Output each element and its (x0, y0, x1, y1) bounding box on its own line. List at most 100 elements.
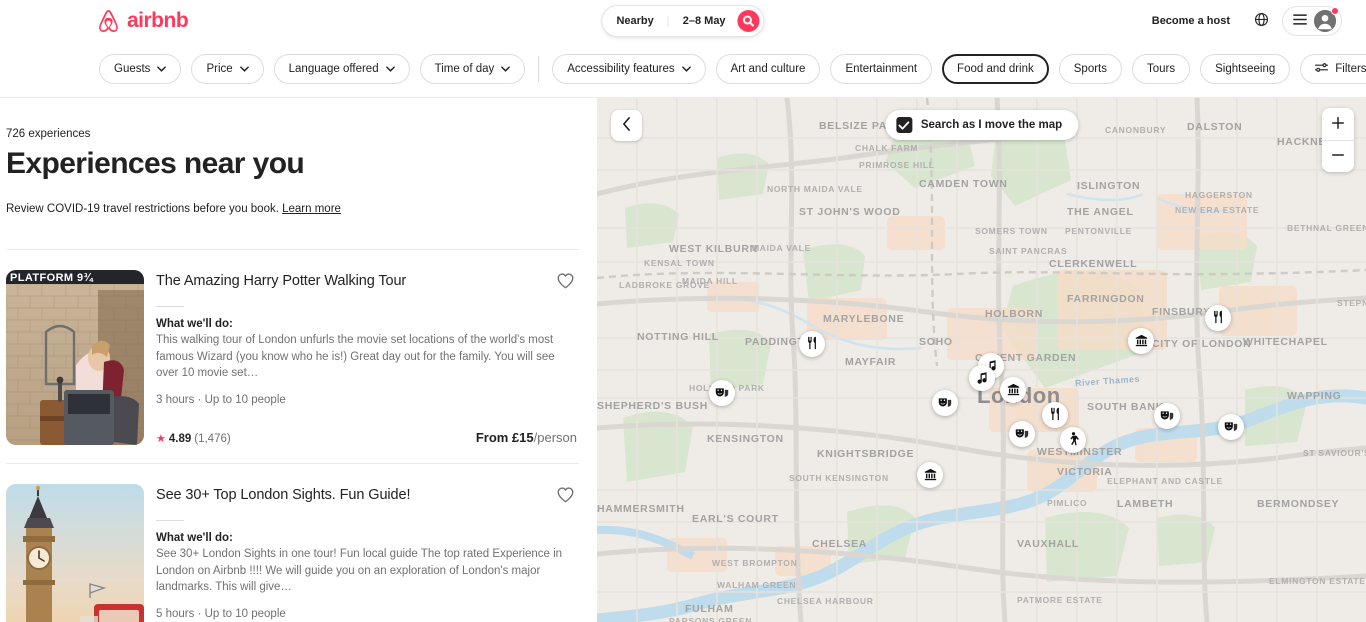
search-icon (743, 15, 755, 27)
filter-chip-time-of-day[interactable]: Time of day (419, 54, 526, 84)
search-bar[interactable]: Nearby 2–8 May (601, 5, 765, 37)
chevron-down-icon (681, 63, 691, 75)
chip-label: Time of day (434, 63, 495, 75)
title-divider (156, 305, 184, 307)
search-as-i-move-checkbox[interactable] (895, 117, 912, 133)
listing-card[interactable]: See 30+ Top London Sights. Fun Guide! Wh… (6, 463, 579, 622)
listing-title[interactable]: The Amazing Harry Potter Walking Tour (156, 272, 579, 291)
become-a-host-link[interactable]: Become a host (1142, 7, 1240, 35)
listing-meta: 3 hours · Up to 10 people (156, 393, 286, 406)
filter-chip-language-offered[interactable]: Language offered (273, 54, 410, 84)
map-pin-music-note[interactable] (969, 365, 995, 391)
filter-chip-art-and-culture[interactable]: Art and culture (715, 54, 821, 84)
map-pin-museum[interactable] (917, 462, 943, 488)
page-title: Experiences near you (6, 147, 305, 180)
listing-details: See 30+ Top London Sights. Fun Guide! Wh… (156, 484, 579, 622)
listings-pane[interactable]: 726 experiences Experiences near you Rev… (0, 98, 597, 622)
heart-icon (556, 273, 575, 292)
star-icon: ★ (156, 432, 166, 445)
chevron-down-icon (501, 63, 511, 75)
theater-masks-icon (715, 386, 729, 401)
favorite-button[interactable] (554, 484, 577, 505)
hamburger-menu-icon (1293, 12, 1307, 30)
map-pin-theater-masks[interactable] (932, 390, 958, 416)
listing-price: From £15/person (476, 430, 577, 445)
filter-chip-guests[interactable]: Guests (99, 54, 182, 84)
filter-chip-sightseeing[interactable]: Sightseeing (1200, 54, 1291, 84)
theater-masks-icon (938, 396, 952, 411)
what-well-do-label: What we'll do: (156, 317, 233, 330)
covid-notice: Review COVID-19 travel restrictions befo… (6, 203, 579, 215)
covid-learn-more-link[interactable]: Learn more (282, 203, 341, 215)
language-globe-button[interactable] (1246, 6, 1276, 36)
globe-icon (1254, 12, 1269, 30)
chip-label: Food and drink (957, 63, 1034, 75)
chip-label: Filters (1335, 63, 1366, 75)
map-zoom-out-button[interactable] (1322, 140, 1354, 172)
museum-icon (1007, 383, 1020, 398)
price-amount: From £15 (475, 429, 534, 445)
filter-chip-food-and-drink[interactable]: Food and drink (942, 54, 1049, 84)
avatar (1314, 6, 1339, 32)
rating-score: 4.89 (168, 433, 192, 445)
map-pin-theater-masks[interactable] (1154, 403, 1180, 429)
airbnb-belo-icon (96, 8, 121, 34)
map-pin-restaurant[interactable] (1205, 305, 1231, 331)
what-well-do-label: What we'll do: (156, 531, 233, 544)
map-pin-restaurant[interactable] (799, 331, 825, 357)
chip-label: Accessibility features (567, 63, 675, 75)
map-pin-museum[interactable] (1000, 377, 1026, 403)
favorite-button[interactable] (554, 270, 577, 291)
museum-icon (924, 468, 937, 483)
listing-description: See 30+ London Sights in one tour! Fun l… (156, 547, 563, 594)
notification-dot (1331, 6, 1339, 15)
chevron-down-icon (385, 63, 395, 75)
filter-chip-tours[interactable]: Tours (1132, 54, 1191, 84)
map-pin-theater-masks[interactable] (1218, 414, 1244, 440)
listing-title[interactable]: See 30+ Top London Sights. Fun Guide! (156, 486, 579, 505)
restaurant-icon (806, 336, 819, 352)
listing-meta: 5 hours · Up to 10 people (156, 607, 286, 620)
user-menu-button[interactable] (1282, 5, 1342, 36)
theater-masks-icon (1160, 409, 1174, 424)
chevron-left-icon (622, 117, 631, 134)
sliders-icon (1315, 62, 1329, 76)
restaurant-icon (1212, 310, 1225, 326)
price-unit: /person (533, 429, 577, 445)
theater-masks-icon (1015, 427, 1029, 442)
search-dates[interactable]: 2–8 May (667, 15, 738, 27)
map-pin-walking-tour[interactable] (1060, 427, 1086, 453)
listing-details: The Amazing Harry Potter Walking Tour Wh… (156, 270, 579, 445)
heart-icon (556, 487, 575, 506)
filter-chip-price[interactable]: Price (191, 54, 264, 84)
map-collapse-button[interactable] (611, 110, 642, 141)
search-submit-button[interactable] (737, 10, 760, 32)
theater-masks-icon (1224, 420, 1238, 435)
listing-card[interactable]: PLATFORM 9¾ The Amazing Harry Potter Wal… (6, 249, 579, 463)
filter-chip-sports[interactable]: Sports (1058, 54, 1123, 84)
airbnb-logo[interactable]: airbnb (96, 8, 189, 34)
listing-thumbnail[interactable] (6, 484, 144, 622)
filters-button[interactable]: Filters (1300, 54, 1366, 84)
chip-label: Language offered (288, 63, 379, 75)
filter-bar: Guests Price Language offered Time of da… (0, 41, 1366, 98)
search-as-i-move-label: Search as I move the map (920, 119, 1063, 131)
map-pane[interactable]: London River Thames BELSIZE PARKCHALK FA… (597, 98, 1366, 622)
chip-label: Price (206, 63, 233, 75)
listing-thumbnail[interactable]: PLATFORM 9¾ (6, 270, 144, 445)
map-pin-theater-masks[interactable] (709, 380, 735, 406)
map-pin-restaurant[interactable] (1042, 402, 1068, 428)
filter-chip-accessibility-features[interactable]: Accessibility features (552, 54, 706, 84)
filter-chip-entertainment[interactable]: Entertainment (830, 54, 933, 84)
rating-count: (1,476) (194, 433, 231, 445)
map-pin-theater-masks[interactable] (1009, 421, 1035, 447)
chip-label: Tours (1147, 63, 1176, 75)
map-pin-museum[interactable] (1128, 328, 1154, 354)
map-zoom-in-button[interactable] (1322, 108, 1354, 140)
chip-label: Sports (1073, 63, 1108, 75)
search-location[interactable]: Nearby (602, 15, 667, 27)
restaurant-icon (1049, 407, 1062, 423)
minus-icon (1331, 148, 1345, 165)
title-divider (156, 519, 184, 521)
search-as-i-move-toggle[interactable]: Search as I move the map (884, 110, 1079, 140)
